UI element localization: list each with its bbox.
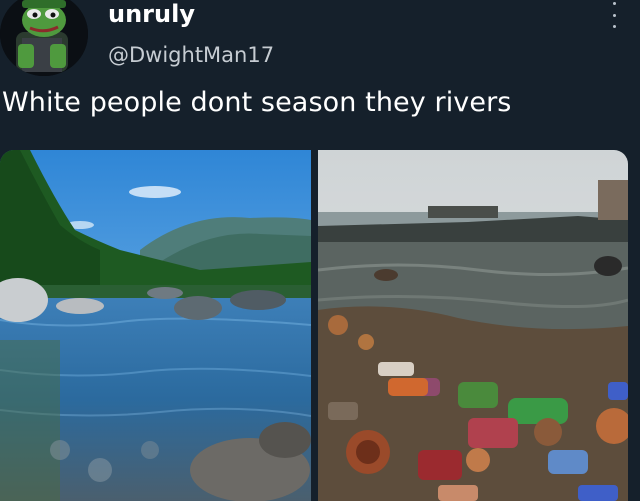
clear-river-photo[interactable] <box>0 150 311 501</box>
tweet-text: White people dont season they rivers <box>2 87 512 118</box>
pepe-frog-avatar-icon <box>0 0 88 76</box>
user-handle[interactable]: @DwightMan17 <box>108 42 274 68</box>
post-header: unruly @DwightMan17 <box>0 0 640 80</box>
display-name[interactable]: unruly <box>108 0 195 28</box>
avatar[interactable] <box>0 0 88 76</box>
more-options-icon[interactable] <box>606 2 622 28</box>
polluted-river-photo[interactable] <box>318 150 628 501</box>
